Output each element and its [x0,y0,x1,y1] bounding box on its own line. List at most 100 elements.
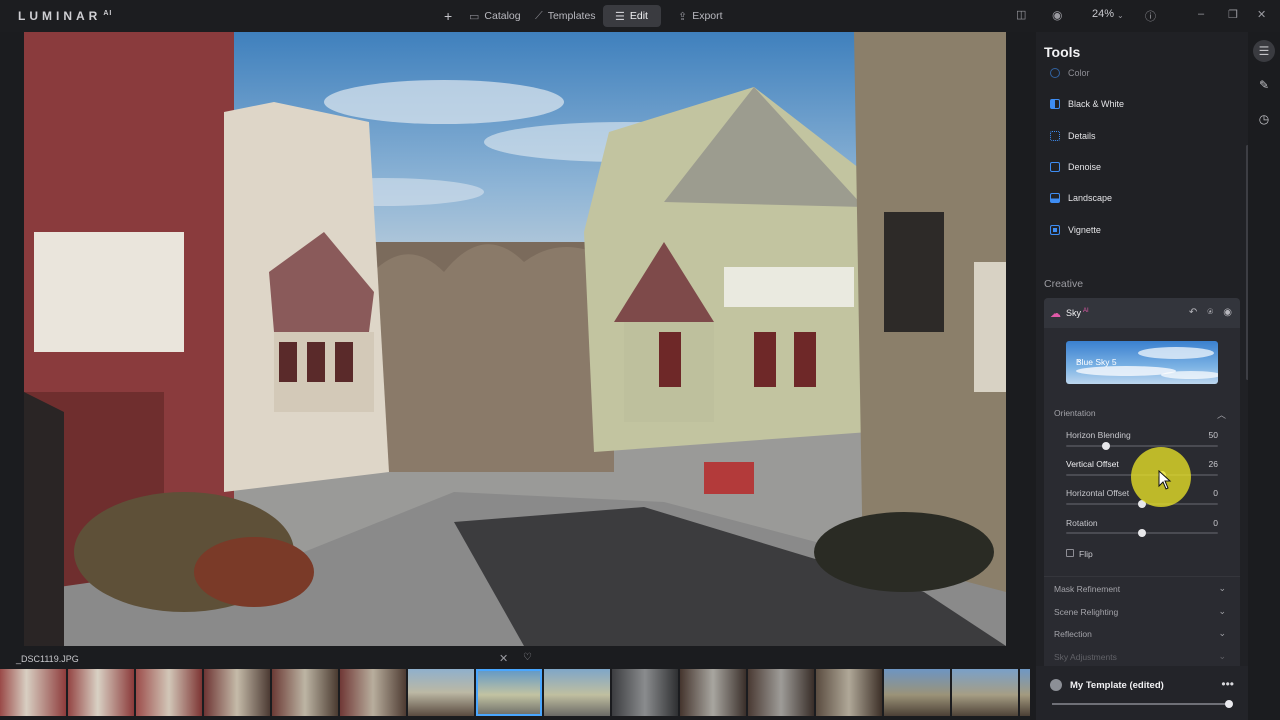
edited-photo [24,32,1006,646]
tool-black-white[interactable]: Black & White [1050,95,1124,113]
horizon-blending-label: Horizon Blending [1066,430,1131,440]
photo-filename: _DSC1119.JPG [16,654,79,664]
creative-section-label: Creative [1044,278,1084,290]
chevron-down-icon[interactable]: ⌄ [1218,583,1226,594]
wand-icon: ⟋ [535,9,543,22]
tool-label: Denoise [1068,162,1102,172]
vertical-offset-label: Vertical Offset [1066,459,1119,469]
photo-canvas[interactable] [24,32,1006,646]
zoom-chevron-icon[interactable]: ⌄ [1117,11,1124,20]
filmstrip-thumbnail[interactable] [544,669,610,716]
filmstrip-thumbnail[interactable] [408,669,474,716]
color-icon [1050,68,1060,78]
tool-label: Color [1068,68,1090,78]
reject-icon[interactable]: ✕ [499,652,508,665]
chevron-down-icon[interactable]: ⌄ [1218,628,1226,639]
slider-knob[interactable] [1225,700,1233,708]
filmstrip-thumbnail[interactable] [884,669,950,716]
history-clock-icon[interactable]: ◷ [1253,108,1275,130]
filmstrip-thumbnail[interactable] [1020,669,1030,716]
tools-title: Tools [1044,44,1081,60]
rotation-label: Rotation [1066,518,1098,528]
close-window-icon[interactable]: ✕ [1257,8,1266,21]
minimize-icon[interactable]: – [1198,8,1204,20]
template-bar: My Template (edited) ••• [1036,666,1248,720]
tool-label: Vignette [1068,225,1101,235]
filmstrip-thumbnail-selected[interactable] [476,669,542,716]
brush-icon[interactable]: ✎ [1253,74,1275,96]
compare-icon[interactable]: ◫ [1016,8,1026,21]
reflection-header[interactable]: Reflection [1054,629,1092,639]
filmstrip-thumbnail[interactable] [136,669,202,716]
tool-denoise[interactable]: Denoise [1050,158,1101,176]
tool-color[interactable]: Color [1050,64,1090,82]
right-rail [1248,32,1280,720]
favorite-heart-icon[interactable]: ♡ [523,652,532,663]
restore-icon[interactable]: ❐ [1228,8,1238,21]
filmstrip-thumbnail[interactable] [680,669,746,716]
filmstrip-thumbnail[interactable] [340,669,406,716]
horizontal-offset-value: 0 [1213,488,1218,498]
orientation-header[interactable]: Orientation [1054,408,1096,418]
edit-tab[interactable]: ☰ Edit [603,5,661,27]
toggle-visibility-icon[interactable]: ◉ [1223,307,1232,318]
more-options-icon[interactable]: ••• [1221,677,1234,691]
eye-icon[interactable]: ◉ [1052,8,1062,22]
horizontal-offset-label: Horizontal Offset [1066,488,1130,498]
rotation-value: 0 [1213,518,1218,528]
filmstrip-thumbnail[interactable] [952,669,1018,716]
zoom-level[interactable]: 24% [1092,8,1114,20]
vertical-offset-value: 26 [1208,459,1218,469]
favorite-icon[interactable]: ⍟ [1207,307,1213,318]
sky-preset-selector[interactable]: Blue Sky 5 ⌄ [1066,341,1218,384]
filmstrip[interactable] [0,669,1030,716]
horizon-blending-slider[interactable] [1066,442,1218,450]
catalog-tab[interactable]: ▭ Catalog [457,5,533,27]
export-label: Export [692,10,723,22]
sky-tool-header[interactable]: ☁ Sky AI ↶ ⍟ ◉ [1044,298,1240,328]
export-tab[interactable]: ⇪ Export [666,5,735,27]
chevron-down-icon[interactable]: ⌄ [1218,651,1226,662]
filmstrip-thumbnail[interactable] [612,669,678,716]
template-icon [1050,679,1062,691]
details-icon [1050,131,1060,141]
sky-cloud-icon: ☁ [1050,307,1061,320]
scene-relighting-header[interactable]: Scene Relighting [1054,607,1118,617]
template-name[interactable]: My Template (edited) [1070,680,1164,691]
denoise-icon [1050,162,1060,172]
chevron-up-icon[interactable]: ︿ [1217,408,1226,421]
template-amount-slider[interactable] [1052,700,1233,708]
tool-vignette[interactable]: Vignette [1050,221,1101,239]
export-icon: ⇪ [678,10,688,23]
chevron-down-icon[interactable]: ⌄ [1218,606,1226,617]
slider-knob[interactable] [1101,442,1110,450]
tool-details[interactable]: Details [1050,127,1096,145]
rotation-slider[interactable] [1066,529,1218,537]
filmstrip-thumbnail[interactable] [0,669,66,716]
templates-tab[interactable]: ⟋ Templates [523,5,608,27]
tool-label: Black & White [1068,99,1125,109]
tool-landscape[interactable]: Landscape [1050,189,1112,207]
filmstrip-thumbnail[interactable] [272,669,338,716]
tools-sliders-icon[interactable]: ☰ [1253,40,1275,62]
filmstrip-thumbnail[interactable] [204,669,270,716]
chevron-down-icon: ⌄ [1076,355,1083,364]
undo-icon[interactable]: ↶ [1189,307,1197,318]
flip-checkbox[interactable] [1066,549,1074,557]
mouse-cursor-icon [1158,470,1172,490]
sky-adjustments-header[interactable]: Sky Adjustments [1054,652,1117,662]
info-icon[interactable]: ⓘ [1145,8,1156,24]
plus-icon: + [444,8,453,24]
vignette-icon [1050,225,1060,235]
catalog-label: Catalog [484,10,521,22]
tool-label: Details [1068,131,1096,141]
filmstrip-thumbnail[interactable] [748,669,814,716]
filmstrip-thumbnail[interactable] [816,669,882,716]
slider-knob[interactable] [1138,529,1146,537]
sky-tool-title: Sky [1066,308,1082,318]
landscape-icon [1050,193,1060,203]
divider [1044,576,1240,577]
filmstrip-thumbnail[interactable] [68,669,134,716]
horizontal-offset-slider[interactable] [1066,500,1218,508]
mask-refinement-header[interactable]: Mask Refinement [1054,584,1120,594]
